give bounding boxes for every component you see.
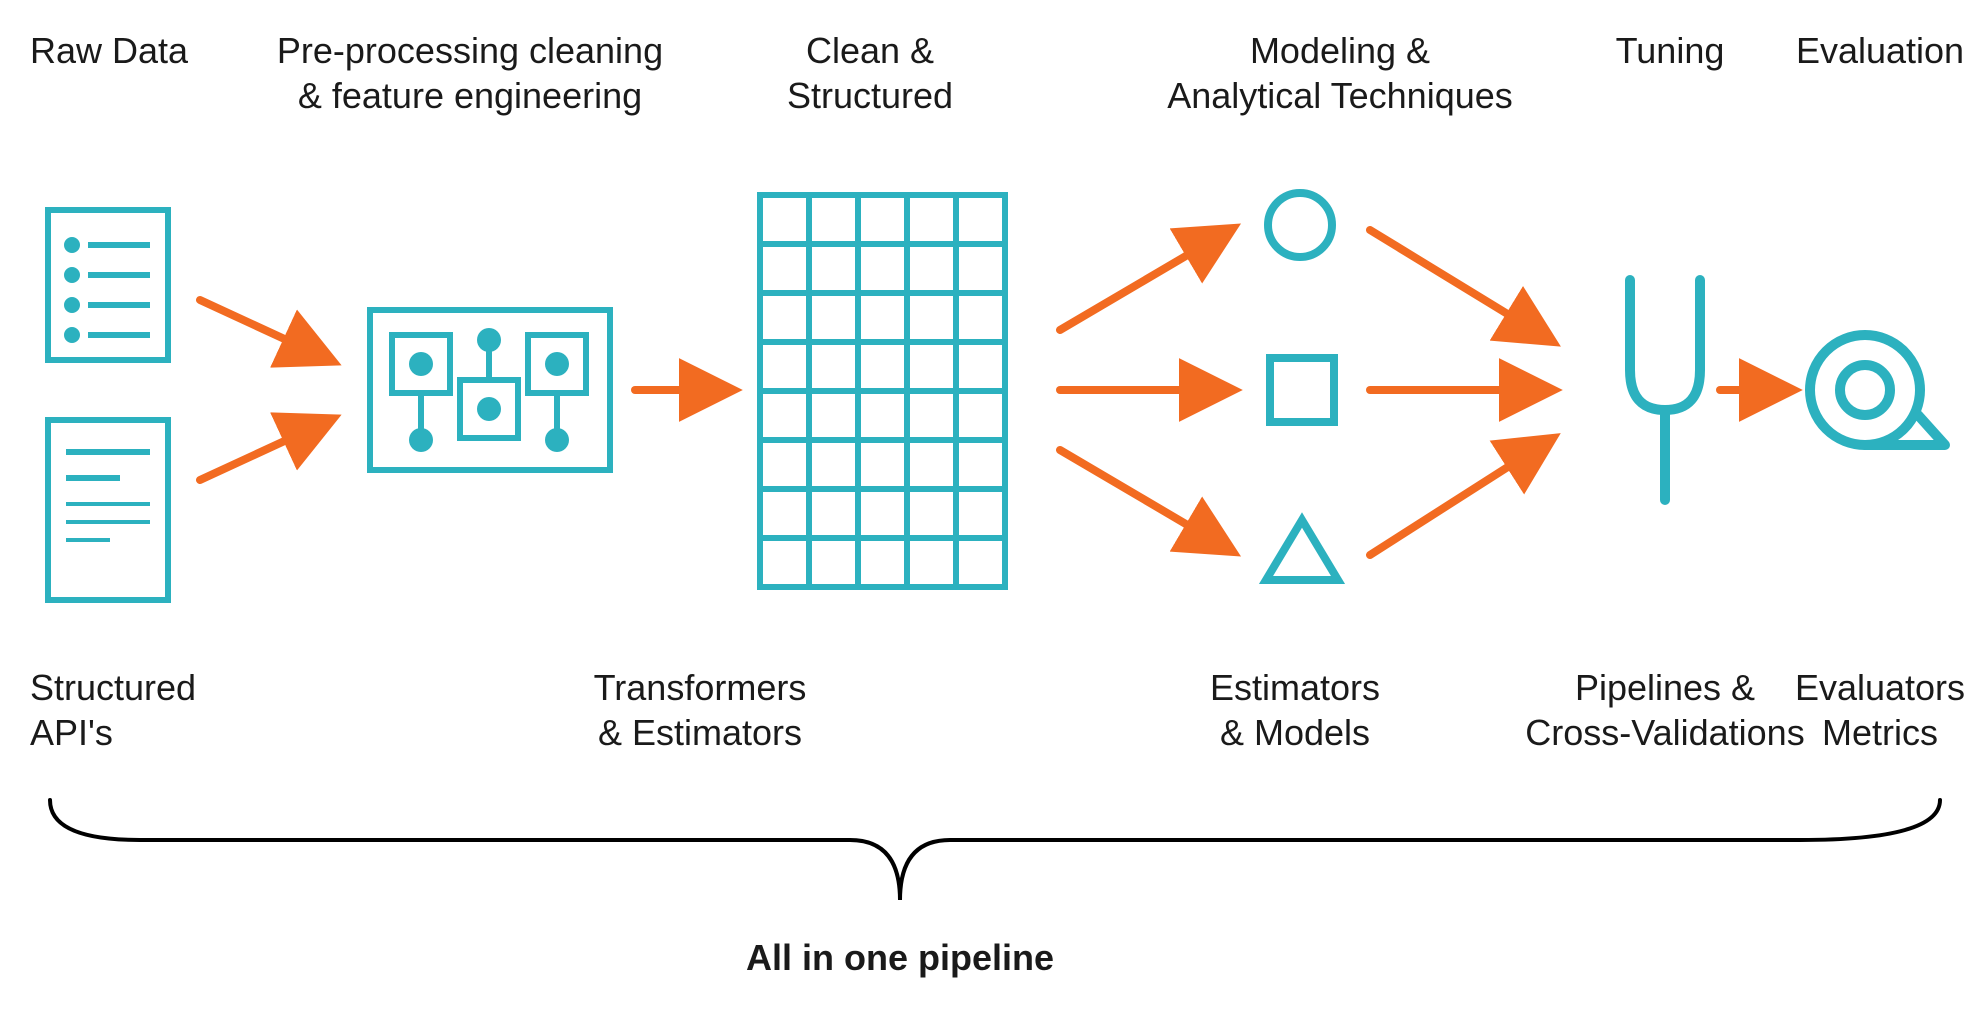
data-grid-icon: [760, 195, 1005, 587]
list-document-icon: [48, 210, 168, 360]
measuring-tape-icon: [1810, 335, 1945, 445]
pipeline-diagram: Raw Data Pre-processing cleaning & featu…: [0, 0, 1970, 1012]
model-shapes-icon: [1266, 193, 1338, 580]
square-icon: [1270, 358, 1334, 422]
pipeline-svg: [0, 0, 1970, 1012]
circle-icon: [1268, 193, 1332, 257]
triangle-icon: [1266, 520, 1338, 580]
tuning-fork-icon: [1630, 280, 1700, 500]
text-document-icon: [48, 420, 168, 600]
preprocessing-box-icon: [370, 310, 610, 470]
curly-brace-icon: [50, 800, 1940, 900]
